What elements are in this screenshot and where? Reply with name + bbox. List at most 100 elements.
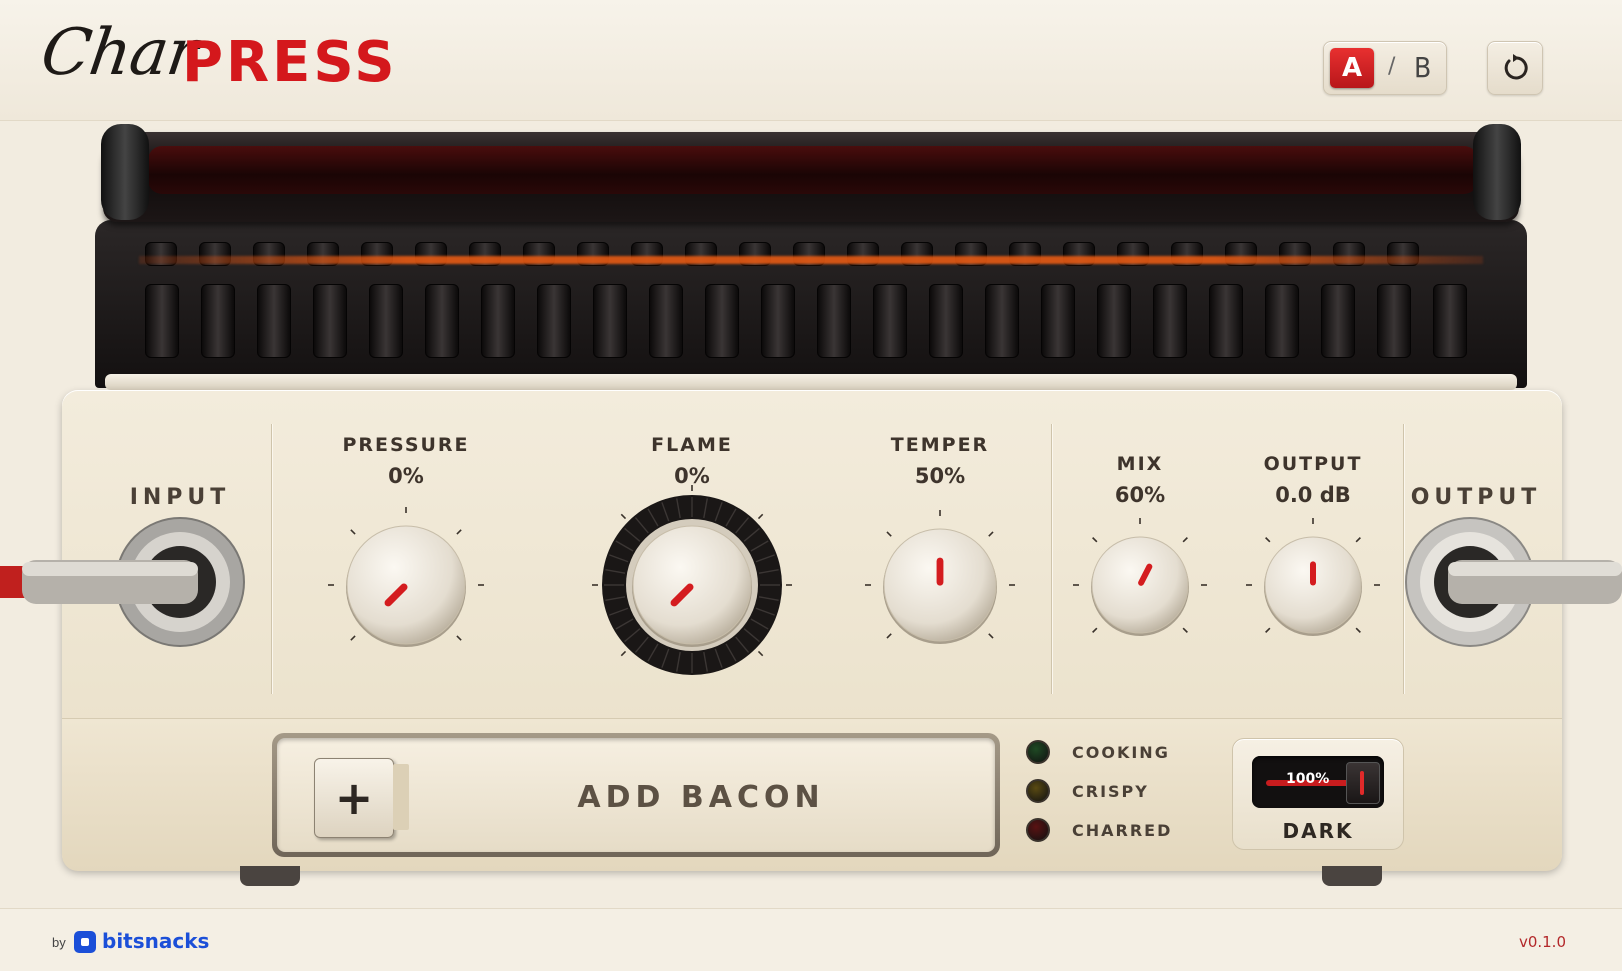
output-knob[interactable]: [1236, 508, 1390, 662]
bitsnacks-logo-icon: [74, 931, 96, 953]
knob-tick: [757, 513, 764, 520]
knob-tick: [1265, 627, 1271, 633]
output-knob-value: 0.0 dB: [1275, 483, 1351, 507]
mix-knob[interactable]: [1063, 508, 1217, 662]
grill-ridge: [817, 284, 851, 358]
grill-ridge: [1265, 284, 1299, 358]
grill-ridge: [1321, 284, 1355, 358]
grill-ridge: [1041, 284, 1075, 358]
knob-tick: [620, 650, 627, 657]
panel-divider: [1051, 424, 1052, 694]
dark-control: 100% DARK: [1232, 738, 1404, 850]
footer: by bitsnacks v0.1.0: [0, 908, 1622, 971]
input-jack[interactable]: [0, 510, 250, 650]
grill-heat-glow: [139, 256, 1483, 264]
logo-bold: PRESS: [182, 30, 398, 95]
dark-value: 100%: [1286, 771, 1330, 787]
grill-ridge: [537, 284, 571, 358]
grill-lid-window: [148, 146, 1478, 194]
pressure-value: 0%: [388, 464, 424, 488]
grill-ridge: [201, 284, 235, 358]
grill-ridge: [705, 284, 739, 358]
grill-ridge: [985, 284, 1019, 358]
knob-tick: [1355, 627, 1361, 633]
reset-icon: [1504, 54, 1528, 80]
knob-tick: [350, 635, 356, 641]
grill-ridge: [313, 284, 347, 358]
knob-tick: [988, 633, 994, 639]
output-jack[interactable]: [1400, 510, 1622, 650]
grill-lid: [103, 132, 1519, 222]
input-label: INPUT: [129, 485, 231, 510]
reset-button[interactable]: [1487, 41, 1543, 95]
knob-tick: [350, 529, 356, 535]
panel-divider: [271, 424, 272, 694]
ab-a-button[interactable]: A: [1330, 48, 1374, 88]
grill-ridge: [761, 284, 795, 358]
grill-ridge: [1209, 284, 1243, 358]
grill-ridge: [425, 284, 459, 358]
plus-icon: +: [314, 758, 394, 838]
grill-ridge: [1097, 284, 1131, 358]
knob-tick: [1182, 627, 1188, 633]
grill-ridge: [257, 284, 291, 358]
dark-slider[interactable]: 100%: [1252, 756, 1384, 808]
temper-knob[interactable]: [855, 500, 1025, 670]
knob-tick: [757, 650, 764, 657]
knob-tick: [988, 531, 994, 537]
grill-ridge: [369, 284, 403, 358]
output-knob-label: OUTPUT: [1263, 453, 1363, 475]
grill-ridge: [1153, 284, 1187, 358]
ab-b-button[interactable]: B: [1414, 51, 1431, 84]
foot-left: [240, 866, 300, 886]
grill-ridge: [873, 284, 907, 358]
version-label: v0.1.0: [1518, 933, 1566, 951]
header: Char PRESS A / B: [0, 0, 1622, 121]
foot-right: [1322, 866, 1382, 886]
add-bacon-label: ADD BACON: [577, 780, 825, 815]
knob-tick: [886, 633, 892, 639]
grill-ridge: [1377, 284, 1411, 358]
knob-tick: [620, 513, 627, 520]
grill-ridge: [1433, 284, 1467, 358]
pressure-label: PRESSURE: [342, 434, 470, 456]
knob-tick: [1265, 537, 1271, 543]
temper-value: 50%: [914, 464, 966, 488]
flame-knob[interactable]: [586, 479, 798, 691]
cooking-label: COOKING: [1072, 742, 1170, 762]
cooking-led-icon: [1026, 740, 1050, 764]
status-cooking: COOKING: [1026, 740, 1170, 764]
knob-tick: [1092, 537, 1098, 543]
crispy-label: CRISPY: [1072, 781, 1149, 801]
knob-tick: [886, 531, 892, 537]
grill-plate-edge: [105, 374, 1517, 390]
temper-label: TEMPER: [890, 434, 990, 456]
flame-label: FLAME: [651, 434, 733, 456]
knob-tick: [456, 529, 462, 535]
ab-divider: /: [1388, 54, 1396, 79]
brand-link[interactable]: bitsnacks: [102, 929, 209, 953]
logo-script: Char: [36, 16, 203, 90]
add-bacon-face: + ADD BACON: [277, 738, 995, 852]
grill-ridges-lower: [145, 284, 1467, 358]
charred-led-icon: [1026, 818, 1050, 842]
charred-label: CHARRED: [1072, 820, 1173, 840]
by-label: by: [52, 935, 66, 950]
crispy-led-icon: [1026, 779, 1050, 803]
knob-tick: [1355, 537, 1361, 543]
add-bacon-button[interactable]: + ADD BACON: [272, 733, 1000, 857]
grill-illustration: [95, 124, 1527, 390]
mix-label: MIX: [1116, 453, 1164, 475]
output-jack-label: OUTPUT: [1410, 485, 1542, 510]
grill-hinge-left: [101, 124, 149, 220]
ab-toggle[interactable]: A / B: [1323, 41, 1447, 95]
grill-hinge-right: [1473, 124, 1521, 220]
grill-ridge: [649, 284, 683, 358]
mix-value: 60%: [1114, 483, 1166, 507]
grill-ridge: [929, 284, 963, 358]
pressure-knob[interactable]: [318, 497, 494, 673]
dark-slider-handle[interactable]: [1346, 762, 1380, 804]
grill-ridge: [593, 284, 627, 358]
grill-ridge: [481, 284, 515, 358]
status-crispy: CRISPY: [1026, 779, 1149, 803]
